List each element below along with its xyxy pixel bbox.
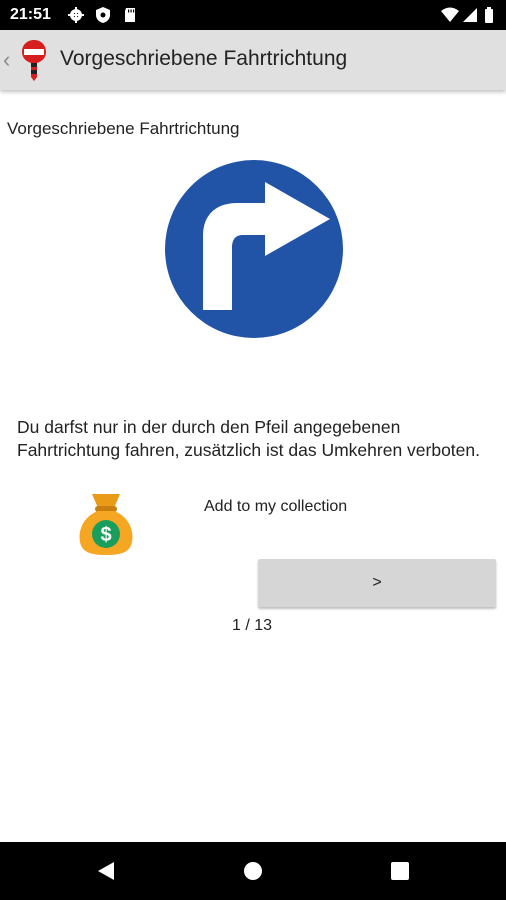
- home-circle-icon[interactable]: [241, 859, 265, 883]
- svg-text:$: $: [100, 524, 111, 546]
- page-counter: 1 / 13: [232, 617, 273, 634]
- system-nav-bar: [0, 842, 506, 900]
- app-bar: ‹ Vorgeschriebene Fahrtrichtung: [0, 30, 506, 90]
- add-to-collection-link[interactable]: Add to my collection: [204, 498, 347, 516]
- sign-title: Vorgeschriebene Fahrtrichtung: [7, 119, 240, 138]
- back-chevron-icon[interactable]: ‹: [3, 47, 10, 73]
- next-button[interactable]: >: [258, 559, 496, 607]
- battery-icon: [485, 7, 493, 23]
- gear-icon: [68, 7, 84, 23]
- sd-card-icon: [125, 8, 135, 22]
- mandatory-turn-right-sign-icon: [165, 160, 343, 338]
- wifi-icon: [441, 7, 459, 22]
- sign-description: Du darfst nur in der durch den Pfeil ang…: [17, 417, 480, 460]
- money-bag-icon[interactable]: $: [76, 492, 136, 556]
- status-bar: 21:51: [0, 0, 506, 30]
- back-triangle-icon[interactable]: [94, 859, 118, 883]
- status-time: 21:51: [10, 6, 51, 23]
- app-title: Vorgeschriebene Fahrtrichtung: [60, 47, 348, 70]
- cellular-signal-icon: [463, 8, 477, 22]
- traffic-sign-app-icon[interactable]: [18, 37, 50, 83]
- recents-square-icon[interactable]: [388, 859, 412, 883]
- shield-icon: [96, 7, 110, 23]
